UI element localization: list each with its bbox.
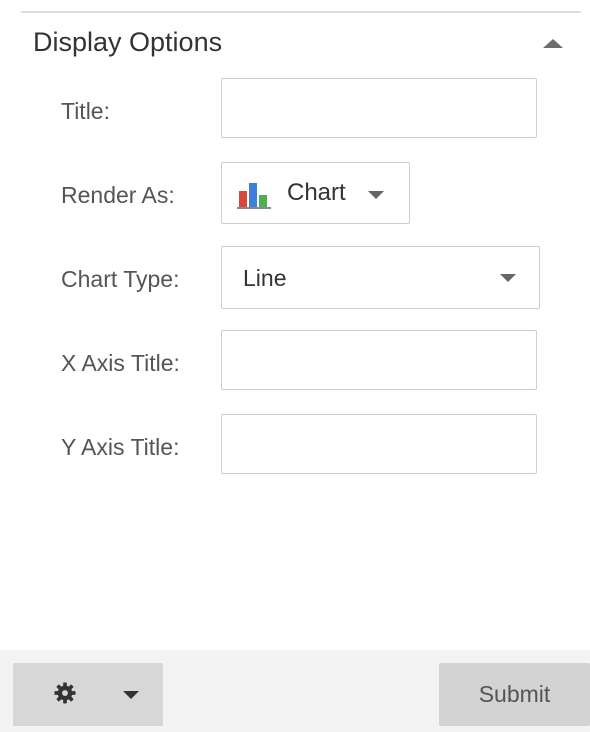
display-options-panel: Display Options Title: Render As: Chart … — [0, 0, 590, 732]
section-title: Display Options — [33, 27, 223, 57]
chart-type-row: Chart Type: Line — [0, 246, 590, 310]
chart-type-label: Chart Type: — [61, 266, 180, 292]
title-input[interactable] — [221, 78, 537, 138]
chevron-down-icon — [500, 274, 516, 282]
chart-type-dropdown[interactable]: Line — [221, 246, 540, 309]
x-axis-title-row: X Axis Title: — [0, 330, 590, 394]
title-row: Title: — [0, 78, 590, 142]
chart-type-value: Line — [243, 265, 287, 291]
x-axis-title-label: X Axis Title: — [61, 350, 180, 376]
display-options-header[interactable]: Display Options — [0, 18, 590, 68]
render-as-value: Chart — [287, 179, 346, 206]
bar-chart-icon — [237, 183, 271, 209]
chevron-down-icon — [123, 691, 139, 699]
render-as-dropdown[interactable]: Chart — [221, 162, 410, 224]
y-axis-title-label: Y Axis Title: — [61, 434, 180, 460]
submit-button[interactable]: Submit — [439, 663, 590, 726]
render-as-row: Render As: Chart — [0, 162, 590, 226]
y-axis-title-input[interactable] — [221, 414, 537, 474]
settings-menu-button[interactable] — [13, 663, 163, 726]
x-axis-title-input[interactable] — [221, 330, 537, 390]
chevron-down-icon — [368, 191, 384, 199]
title-label: Title: — [61, 98, 110, 124]
y-axis-title-row: Y Axis Title: — [0, 414, 590, 478]
render-as-label: Render As: — [61, 182, 175, 208]
gear-icon — [54, 682, 76, 704]
collapse-caret-up-icon[interactable] — [543, 39, 563, 48]
top-divider — [21, 11, 581, 13]
